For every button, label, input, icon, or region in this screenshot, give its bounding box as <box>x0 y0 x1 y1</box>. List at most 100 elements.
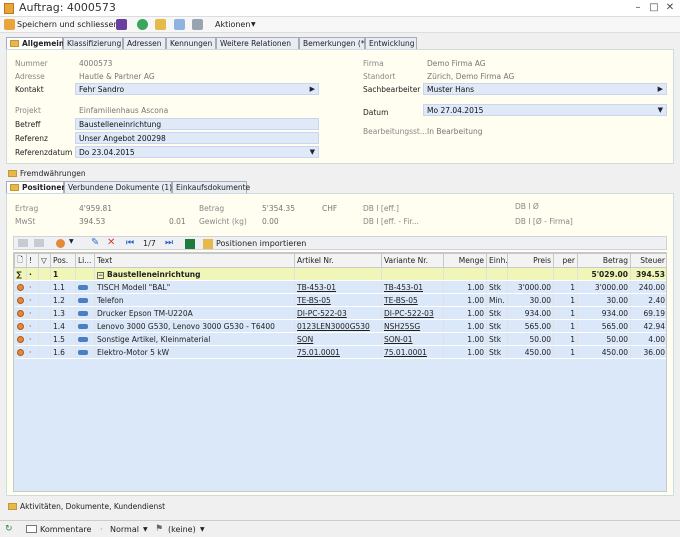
minimize-button[interactable]: – <box>632 2 644 14</box>
forward-icon[interactable] <box>137 19 148 30</box>
sachbearbeiter-field[interactable]: Muster Hans ▶ <box>423 83 667 95</box>
col-text[interactable]: Text <box>94 253 295 268</box>
col-doc-icon[interactable]: 🗋 <box>14 253 27 268</box>
excel-icon[interactable] <box>185 239 195 249</box>
row-menge: 1.00 <box>443 306 487 320</box>
edit-icon[interactable]: ✎ <box>91 237 99 248</box>
row-steuer: 36.00 <box>630 345 666 359</box>
table-row[interactable]: · 1.4 Lenovo 3000 G530, Lenovo 3000 G530 -… <box>14 319 666 333</box>
comment-icon <box>26 525 37 533</box>
row-text: TISCH Modell "BAL" <box>94 280 295 294</box>
nav-first-icon[interactable] <box>18 239 28 247</box>
activities-section[interactable]: Aktivitäten, Dokumente, Kundendienst <box>8 502 165 511</box>
chevron-down-icon[interactable]: ▼ <box>200 526 205 533</box>
nummer-label: Nummer <box>15 59 48 68</box>
open-folder-icon[interactable] <box>155 19 166 30</box>
firma-label: Firma <box>363 59 384 68</box>
save-icon[interactable] <box>116 19 127 30</box>
col-artikel[interactable]: Artikel Nr. <box>294 253 382 268</box>
row-variante: TE-BS-05 <box>381 293 444 307</box>
row-icon <box>14 345 27 359</box>
col-steuer[interactable]: Steuer <box>630 253 666 268</box>
row-alert: · <box>26 293 39 307</box>
nav-last-icon[interactable] <box>34 239 44 247</box>
col-menge[interactable]: Menge <box>443 253 487 268</box>
table-row[interactable]: · 1.2 Telefon TE-BS-05 TE-BS-05 1.00 Min. 30.00… <box>14 293 666 307</box>
next-page-icon[interactable]: ⏭ <box>165 238 173 248</box>
mwst-label: MwSt <box>15 217 36 226</box>
datum-field[interactable]: Mo 27.04.2015 ▼ <box>423 104 667 116</box>
row-filter <box>38 345 51 359</box>
chevron-down-icon[interactable]: ▼ <box>69 238 74 245</box>
status-bar: ↻ Kommentare · Normal ▼ ⚑ (keine) ▼ <box>0 520 680 537</box>
table-row[interactable]: · 1.3 Drucker Epson TM-U220A DI-PC-522-03 DI… <box>14 306 666 320</box>
truck-icon <box>78 310 88 316</box>
col-preis[interactable]: Preis <box>507 253 554 268</box>
col-filter-icon[interactable]: ▽ <box>38 253 51 268</box>
print-icon[interactable] <box>192 19 203 30</box>
tab-verbundene-dokumente[interactable]: Verbundene Dokumente (1) <box>64 181 172 193</box>
row-steuer: 69.19 <box>630 306 666 320</box>
row-text: Telefon <box>94 293 295 307</box>
projekt-value: Einfamilienhaus Ascona <box>79 106 169 115</box>
tab-adressen[interactable]: Adressen <box>123 37 166 49</box>
row-betrag: 30.00 <box>577 293 631 307</box>
col-li[interactable]: Li... <box>75 253 95 268</box>
tab-einkaufsdokumente[interactable]: Einkaufsdokumente <box>172 181 250 193</box>
row-alert: · <box>26 345 39 359</box>
db1b-label: DB I Ø <box>515 202 539 211</box>
col-betrag[interactable]: Betrag <box>577 253 631 268</box>
positions-grid: 🗋 ! ▽ Pos. Li... Text Artikel Nr. Varian… <box>13 252 667 492</box>
row-variante: DI-PC-522-03 <box>381 306 444 320</box>
row-einh: Min. <box>486 293 508 307</box>
tab-kennungen[interactable]: Kennungen <box>166 37 216 49</box>
row-li <box>75 345 95 359</box>
row-menge: 1.00 <box>443 280 487 294</box>
col-per[interactable]: per <box>553 253 578 268</box>
copy-icon[interactable] <box>174 19 185 30</box>
add-position-icon[interactable] <box>56 239 65 248</box>
collapse-icon[interactable]: − <box>97 271 104 279</box>
col-alert[interactable]: ! <box>26 253 39 268</box>
referenz-field[interactable]: Unser Angebot 200298 <box>75 132 319 144</box>
chevron-down-icon[interactable]: ▼ <box>251 21 256 28</box>
col-pos[interactable]: Pos. <box>50 253 76 268</box>
tab-bemerkungen[interactable]: Bemerkungen (*) <box>299 37 368 49</box>
betrag-label: Betrag <box>199 204 225 213</box>
truck-icon <box>78 349 88 355</box>
comments-button[interactable]: Kommentare <box>40 525 91 534</box>
betreff-field[interactable]: Baustelleneinrichtung <box>75 118 319 130</box>
save-close-button[interactable]: Speichern und schliessen <box>17 20 119 29</box>
close-button[interactable]: ✕ <box>664 2 676 14</box>
row-variante: SON-01 <box>381 332 444 346</box>
tab-klassifizierung[interactable]: Klassifizierung <box>63 37 123 49</box>
import-positions-button[interactable]: Positionen importieren <box>216 239 306 248</box>
table-row[interactable]: · 1.1 TISCH Modell "BAL" TB-453-01 TB-453-01… <box>14 280 666 294</box>
tab-weitere-relationen[interactable]: Weitere Relationen <box>216 37 299 49</box>
delete-icon[interactable]: ✕ <box>107 237 115 248</box>
col-einh[interactable]: Einh. <box>486 253 508 268</box>
col-variante[interactable]: Variante Nr. <box>381 253 444 268</box>
table-row[interactable]: · 1.5 Sonstige Artikel, Kleinmaterial SON SO… <box>14 332 666 346</box>
previous-page-icon[interactable]: ⏮ <box>126 238 134 248</box>
refresh-icon[interactable]: ↻ <box>5 524 13 534</box>
group-row[interactable]: ∑ · 1 − Baustelleneinrichtung 5'029.00 39… <box>14 267 666 281</box>
priority-dropdown[interactable]: Normal <box>110 525 139 534</box>
referenzdatum-field[interactable]: Do 23.04.2015 ▼ <box>75 146 319 158</box>
fremdwaehrungen-section[interactable]: Fremdwährungen <box>8 169 86 178</box>
document-icon <box>4 3 14 14</box>
flag-dropdown[interactable]: (keine) <box>168 525 196 534</box>
row-pos: 1.3 <box>50 306 76 320</box>
row-pos: 1.1 <box>50 280 76 294</box>
tab-entwicklung[interactable]: Entwicklung <box>365 37 417 49</box>
row-steuer: 42.94 <box>630 319 666 333</box>
row-pos: 1.4 <box>50 319 76 333</box>
chevron-down-icon[interactable]: ▼ <box>143 526 148 533</box>
maximize-button[interactable]: □ <box>648 2 660 14</box>
truck-icon <box>78 297 88 303</box>
standort-label: Standort <box>363 72 396 81</box>
table-row[interactable]: · 1.6 Elektro-Motor 5 kW 75.01.0001 75.01.00… <box>14 345 666 359</box>
actions-menu[interactable]: Aktionen <box>215 20 250 29</box>
kontakt-field[interactable]: Fehr Sandro ▶ <box>75 83 319 95</box>
row-per: 1 <box>553 280 578 294</box>
